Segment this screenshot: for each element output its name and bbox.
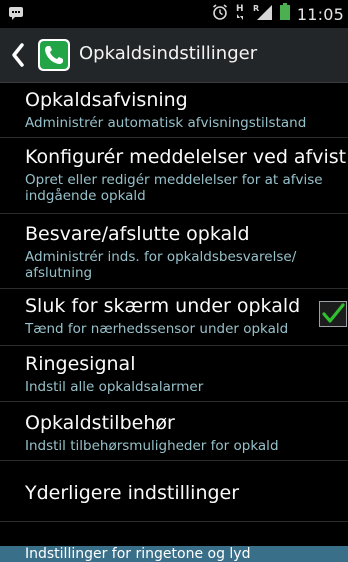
hsdpa-icon: H bbox=[235, 2, 247, 26]
proximity-checkbox[interactable] bbox=[319, 301, 347, 327]
section-header-label: Indstillinger for ringetone og lyd bbox=[25, 546, 251, 562]
setting-title: Konfigurér meddelelser ved afvist.. bbox=[25, 146, 348, 168]
setting-call-accessories[interactable]: Opkaldstilbehør Indstil tilbehørsmulighe… bbox=[0, 402, 348, 461]
setting-title: Opkaldsafvisning bbox=[25, 89, 188, 111]
setting-title: Sluk for skærm under opkald bbox=[25, 295, 301, 317]
chat-notification-icon bbox=[8, 5, 24, 21]
setting-additional-settings[interactable]: Yderligere indstillinger bbox=[0, 461, 348, 522]
setting-subtitle: Opret eller redigér meddelelser for at a… bbox=[25, 172, 323, 204]
setting-ringtone[interactable]: Ringesignal Indstil alle opkaldsalarmer bbox=[0, 346, 348, 402]
setting-title: Opkaldstilbehør bbox=[25, 412, 175, 434]
svg-text:R: R bbox=[253, 4, 259, 13]
setting-screen-off-during-calls[interactable]: Sluk for skærm under opkald Tænd for nær… bbox=[0, 289, 348, 346]
setting-subtitle: Indstil alle opkaldsalarmer bbox=[25, 379, 204, 395]
alarm-icon bbox=[211, 3, 229, 25]
screen: H R 11:05 Opkaldsindstillinger Opkaldsaf… bbox=[0, 0, 348, 562]
signal-icon: R bbox=[253, 3, 273, 25]
setting-title: Ringesignal bbox=[25, 353, 136, 375]
phone-app-icon[interactable] bbox=[38, 39, 70, 71]
setting-reject-messages[interactable]: Konfigurér meddelelser ved afvist.. Opre… bbox=[0, 138, 348, 214]
setting-title: Besvare/afslutte opkald bbox=[25, 223, 250, 245]
setting-subtitle: Administrér automatisk afvisningstilstan… bbox=[25, 115, 307, 131]
setting-title: Yderligere indstillinger bbox=[25, 482, 240, 504]
settings-list: Opkaldsafvisning Administrér automatisk … bbox=[0, 83, 348, 522]
battery-icon bbox=[279, 3, 291, 25]
clock: 11:05 bbox=[296, 4, 344, 24]
section-header: Indstillinger for ringetone og lyd bbox=[0, 546, 348, 562]
setting-subtitle: Indstil tilbehørsmuligheder for opkald bbox=[25, 438, 279, 454]
status-bar: H R 11:05 bbox=[0, 0, 348, 28]
action-bar: Opkaldsindstillinger bbox=[0, 28, 348, 83]
setting-subtitle: Administrér inds. for opkaldsbesvarelse/… bbox=[25, 249, 297, 281]
setting-call-rejection[interactable]: Opkaldsafvisning Administrér automatisk … bbox=[0, 83, 348, 138]
page-title: Opkaldsindstillinger bbox=[79, 43, 258, 64]
setting-subtitle: Tænd for nærhedssensor under opkald bbox=[25, 321, 289, 337]
back-arrow-icon[interactable] bbox=[10, 42, 26, 68]
setting-answer-end-calls[interactable]: Besvare/afslutte opkald Administrér inds… bbox=[0, 214, 348, 289]
svg-text:H: H bbox=[236, 4, 244, 14]
